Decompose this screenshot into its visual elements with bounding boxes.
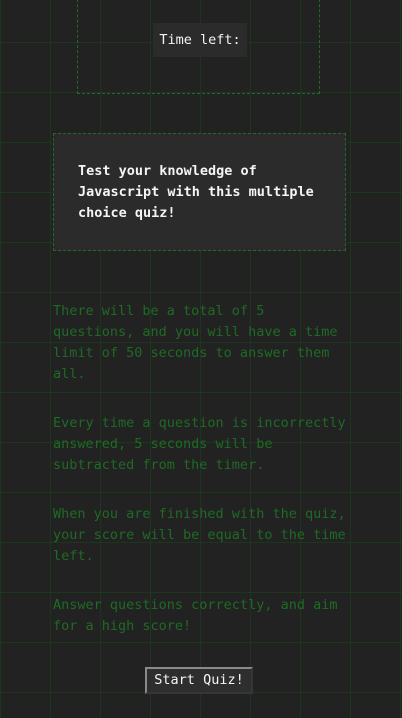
rule-item: There will be a total of 5 questions, an…	[53, 303, 338, 382]
intro-heading: Test your knowledge of Javascript with t…	[78, 163, 314, 221]
timer-label: Time left:	[153, 23, 247, 57]
rule-item: When you are finished with the quiz, you…	[53, 506, 346, 564]
rules-list: There will be a total of 5 questions, an…	[53, 301, 353, 665]
rule-item: Every time a question is incorrectly ans…	[53, 415, 346, 473]
rule-item: Answer questions correctly, and aim for …	[53, 597, 338, 634]
intro-panel: Test your knowledge of Javascript with t…	[53, 133, 346, 251]
start-quiz-button[interactable]: Start Quiz!	[145, 667, 253, 694]
